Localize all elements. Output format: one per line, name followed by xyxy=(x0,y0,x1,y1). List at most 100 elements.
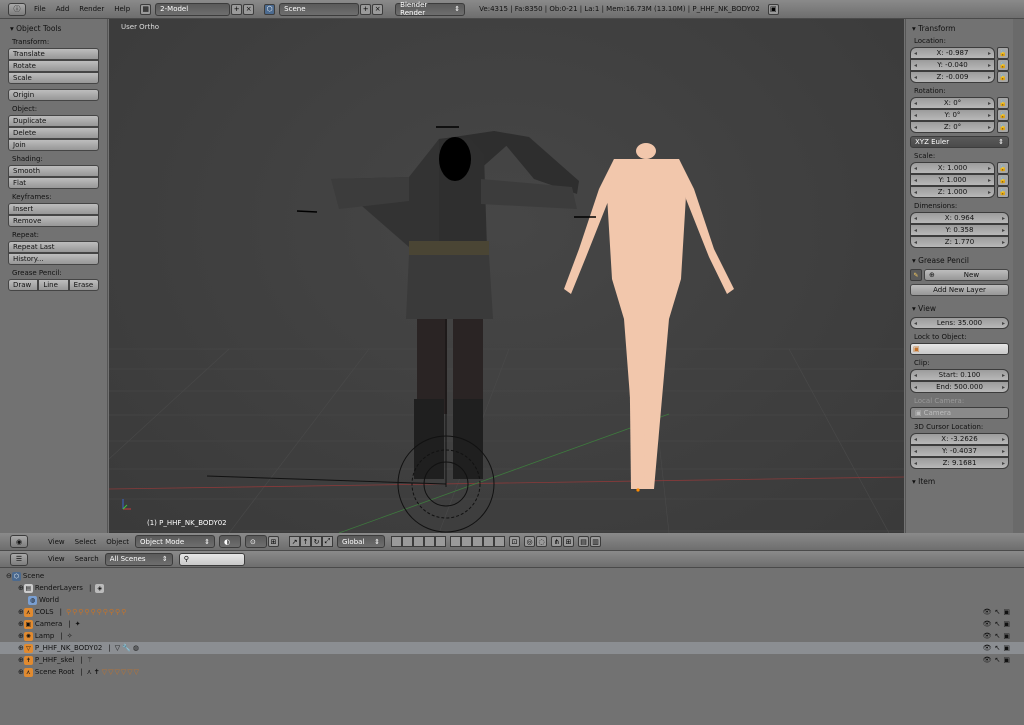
line-button[interactable]: Line xyxy=(38,279,69,291)
delete-button[interactable]: Delete xyxy=(8,127,99,139)
scale-y-field[interactable]: Y: 1.000 xyxy=(910,174,995,186)
layer-button[interactable] xyxy=(472,536,484,547)
manipulator-icon[interactable]: ↗ xyxy=(289,536,301,547)
expand-icon[interactable]: ⊕ xyxy=(18,620,24,628)
join-button[interactable]: Join xyxy=(8,139,99,151)
dimension-z-field[interactable]: Z: 1.770 xyxy=(910,236,1009,248)
opengl-anim-icon[interactable]: ▥ xyxy=(590,536,602,547)
menu-add[interactable]: Add xyxy=(56,5,70,13)
menu-help[interactable]: Help xyxy=(114,5,130,13)
layer-button[interactable] xyxy=(391,536,403,547)
lock-icon[interactable]: 🔓 xyxy=(997,186,1009,198)
add-scene-icon[interactable]: + xyxy=(360,3,372,15)
outliner-row-cols[interactable]: ⊕ ⋏ COLS | ⚲⚲⚲⚲⚲⚲⚲⚲⚲⚲ 👁 ↖ ▣ xyxy=(0,606,1024,618)
clip-start-field[interactable]: Start: 0.100 xyxy=(910,369,1009,381)
menu-search[interactable]: Search xyxy=(75,555,99,563)
layer-button[interactable] xyxy=(483,536,495,547)
cursor-z-field[interactable]: Z: 9.1681 xyxy=(910,457,1009,469)
falloff-icon[interactable]: ◌ xyxy=(536,536,548,547)
menu-view[interactable]: View xyxy=(48,555,65,563)
body-model[interactable] xyxy=(564,143,734,489)
expand-icon[interactable]: ⊕ xyxy=(18,644,24,652)
lock-icon[interactable]: 🔓 xyxy=(997,162,1009,174)
repeat-last-button[interactable]: Repeat Last xyxy=(8,241,99,253)
camera-icon[interactable]: ▣ xyxy=(1003,644,1010,652)
insert-keyframe-button[interactable]: Insert xyxy=(8,203,99,215)
rotation-mode-select[interactable]: XYZ Euler ⇕ xyxy=(910,136,1009,148)
clip-end-field[interactable]: End: 500.000 xyxy=(910,381,1009,393)
eye-icon[interactable]: 👁 xyxy=(983,644,992,652)
scene-field[interactable]: Scene xyxy=(279,2,360,16)
expand-icon[interactable]: ⊕ xyxy=(18,608,24,616)
layer-button[interactable] xyxy=(435,536,447,547)
editor-type-info-icon[interactable]: ⓘ xyxy=(8,2,26,16)
translate-button[interactable]: Translate xyxy=(8,48,99,60)
editor-type-outliner-icon[interactable]: ☰ xyxy=(10,552,28,566)
rotation-x-field[interactable]: X: 0° xyxy=(910,97,995,109)
cursor-x-field[interactable]: X: -3.2626 xyxy=(910,433,1009,445)
layer-button[interactable] xyxy=(494,536,506,547)
outliner-row-scene-root[interactable]: ⊕ ⋏ Scene Root | ⋏ ✝ ▽▽▽▽▽▽ xyxy=(0,666,1024,678)
viewport-shading-select[interactable]: ◐ xyxy=(219,535,242,548)
lock-icon[interactable]: 🔓 xyxy=(997,97,1009,109)
snap-icon[interactable]: ⋔ xyxy=(551,536,563,547)
clothed-model[interactable] xyxy=(331,131,579,479)
cursor-icon[interactable]: ↖ xyxy=(995,620,1001,628)
eye-icon[interactable]: 👁 xyxy=(983,656,992,664)
menu-render[interactable]: Render xyxy=(79,5,104,13)
3d-cursor[interactable] xyxy=(206,319,495,533)
render-icon[interactable]: ▣ xyxy=(767,3,779,15)
layer-button[interactable] xyxy=(424,536,436,547)
menu-select[interactable]: Select xyxy=(75,538,97,546)
collapse-icon[interactable]: ⊖ xyxy=(6,572,12,580)
cursor-icon[interactable]: ↖ xyxy=(995,656,1001,664)
lock-icon[interactable]: 🔓 xyxy=(997,109,1009,121)
properties-scrollbar[interactable] xyxy=(1013,19,1024,533)
scene-icon[interactable]: ⬡ xyxy=(264,3,276,15)
render-engine-select[interactable]: Blender Render ⇕ xyxy=(395,1,466,17)
add-screen-icon[interactable]: + xyxy=(231,3,243,15)
layer-button[interactable] xyxy=(402,536,414,547)
pencil-icon[interactable]: ✎ xyxy=(910,269,922,281)
local-camera-field[interactable]: ▣ Camera xyxy=(910,407,1009,419)
expand-icon[interactable]: ⊕ xyxy=(18,668,24,676)
opengl-render-icon[interactable]: ▤ xyxy=(578,536,590,547)
scale-manipulator-icon[interactable]: ⤢ xyxy=(322,536,334,547)
cursor-y-field[interactable]: Y: -0.4037 xyxy=(910,445,1009,457)
lens-field[interactable]: Lens: 35.000 xyxy=(910,317,1009,329)
expand-icon[interactable]: ⊕ xyxy=(18,584,24,592)
duplicate-button[interactable]: Duplicate xyxy=(8,115,99,127)
flat-button[interactable]: Flat xyxy=(8,177,99,189)
translate-manipulator-icon[interactable]: ↑ xyxy=(300,536,312,547)
scale-z-field[interactable]: Z: 1.000 xyxy=(910,186,995,198)
dimension-y-field[interactable]: Y: 0.358 xyxy=(910,224,1009,236)
mode-select[interactable]: Object Mode ⇕ xyxy=(135,535,216,548)
outliner-row-renderlayers[interactable]: ⊕ ▤ RenderLayers | ◈ xyxy=(0,582,1024,594)
view-panel-header[interactable]: ▾ View xyxy=(912,304,1009,313)
cursor-icon[interactable]: ↖ xyxy=(995,644,1001,652)
eye-icon[interactable]: 👁 xyxy=(983,632,992,640)
screen-layout-field[interactable]: 2-Model xyxy=(155,2,231,16)
transform-panel-header[interactable]: ▾ Transform xyxy=(912,24,1009,33)
rotation-y-field[interactable]: Y: 0° xyxy=(910,109,995,121)
outliner-row-camera[interactable]: ⊕ ▣ Camera | ✦ 👁 ↖ ▣ xyxy=(0,618,1024,630)
layer-button[interactable] xyxy=(413,536,425,547)
display-mode-select[interactable]: All Scenes ⇕ xyxy=(104,552,173,566)
rotate-button[interactable]: Rotate xyxy=(8,60,99,72)
orientation-select[interactable]: Global ⇕ xyxy=(337,535,386,548)
origin-button[interactable]: Origin xyxy=(8,89,99,101)
outliner-row-lamp[interactable]: ⊕ ✺ Lamp | ✧ 👁 ↖ ▣ xyxy=(0,630,1024,642)
cursor-icon[interactable]: ↖ xyxy=(995,632,1001,640)
draw-button[interactable]: Draw xyxy=(8,279,39,291)
menu-object[interactable]: Object xyxy=(106,538,129,546)
outliner-row-skel[interactable]: ⊕ ✝ P_HHF_skel | ⚚ 👁 ↖ ▣ xyxy=(0,654,1024,666)
smooth-button[interactable]: Smooth xyxy=(8,165,99,177)
lock-icon[interactable]: 🔓 xyxy=(997,47,1009,59)
menu-view[interactable]: View xyxy=(48,538,65,546)
location-z-field[interactable]: Z: -0.009 xyxy=(910,71,995,83)
manipulator-toggle-icon[interactable]: ⊞ xyxy=(268,536,280,547)
location-y-field[interactable]: Y: -0.040 xyxy=(910,59,995,71)
outliner-row-body02[interactable]: ⊕ ▽ P_HHF_NK_BODY02 | ▽ 🔧 ◍ 👁 ↖ ▣ xyxy=(0,642,1024,654)
dimension-x-field[interactable]: X: 0.964 xyxy=(910,212,1009,224)
scale-button[interactable]: Scale xyxy=(8,72,99,84)
